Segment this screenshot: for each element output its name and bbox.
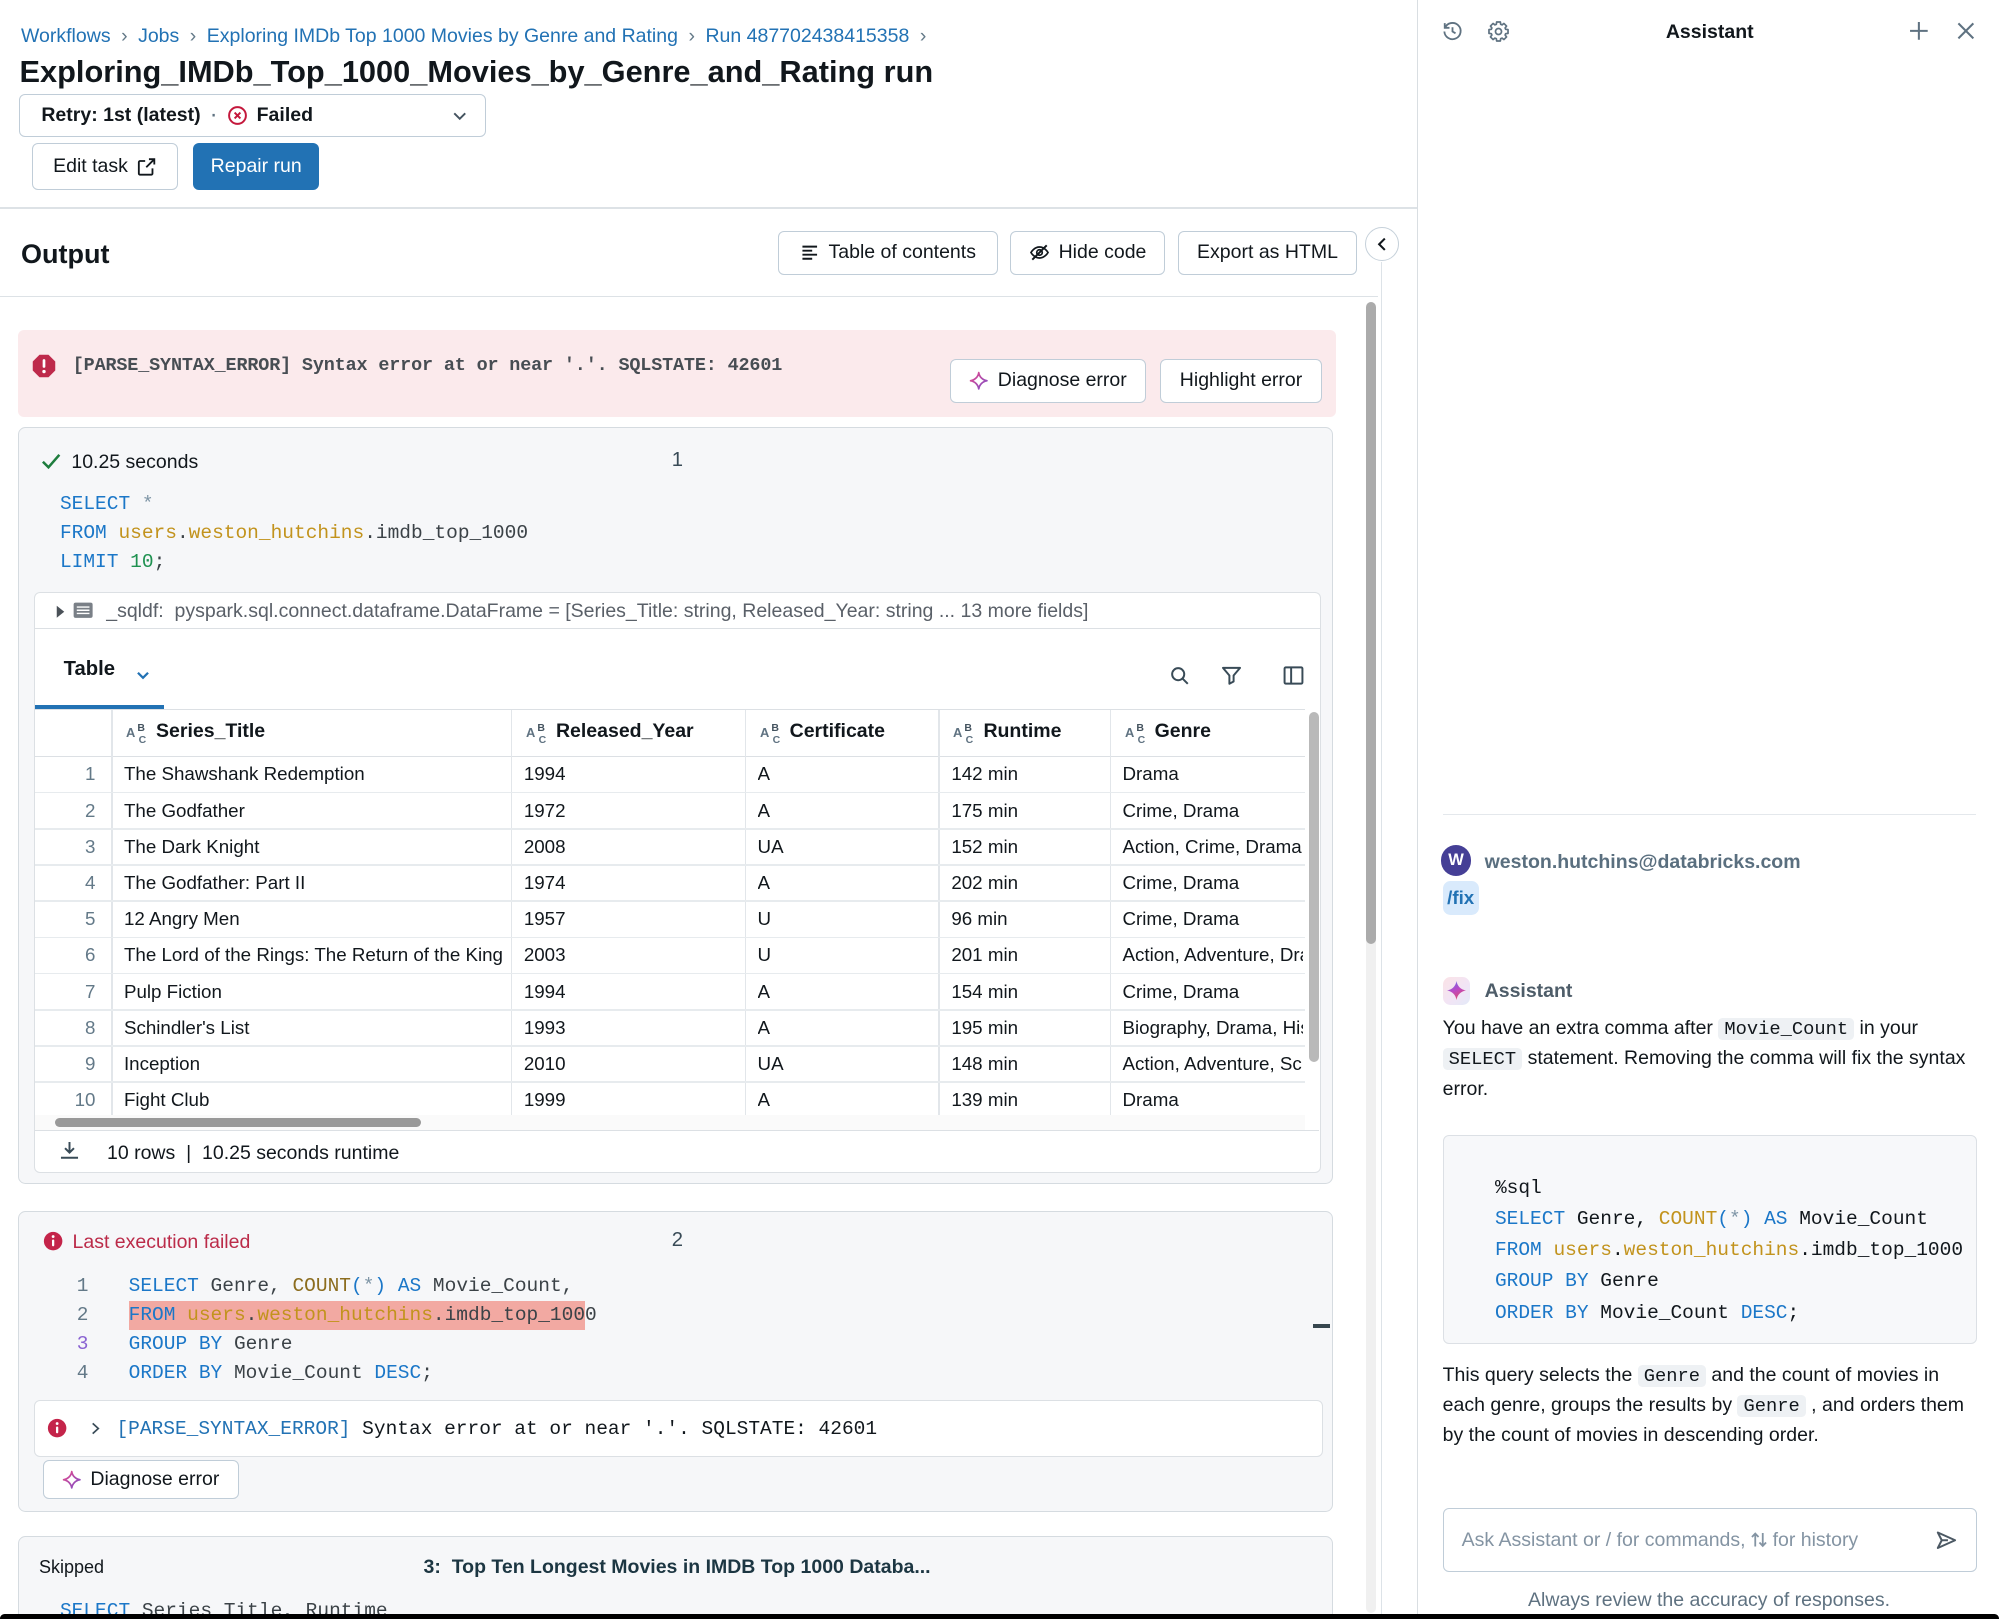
svg-text:B: B — [771, 722, 779, 734]
svg-text:A: A — [126, 724, 135, 739]
svg-text:A: A — [526, 724, 535, 739]
svg-text:C: C — [539, 734, 547, 744]
svg-text:C: C — [772, 734, 780, 744]
svg-text:A: A — [1125, 724, 1134, 739]
svg-text:C: C — [139, 734, 147, 744]
svg-text:B: B — [1136, 722, 1144, 734]
svg-text:A: A — [760, 724, 769, 739]
svg-text:C: C — [1137, 734, 1145, 744]
svg-text:C: C — [966, 734, 974, 744]
svg-text:B: B — [965, 722, 973, 734]
svg-text:B: B — [537, 722, 545, 734]
svg-text:B: B — [137, 722, 145, 734]
svg-text:A: A — [953, 724, 962, 739]
